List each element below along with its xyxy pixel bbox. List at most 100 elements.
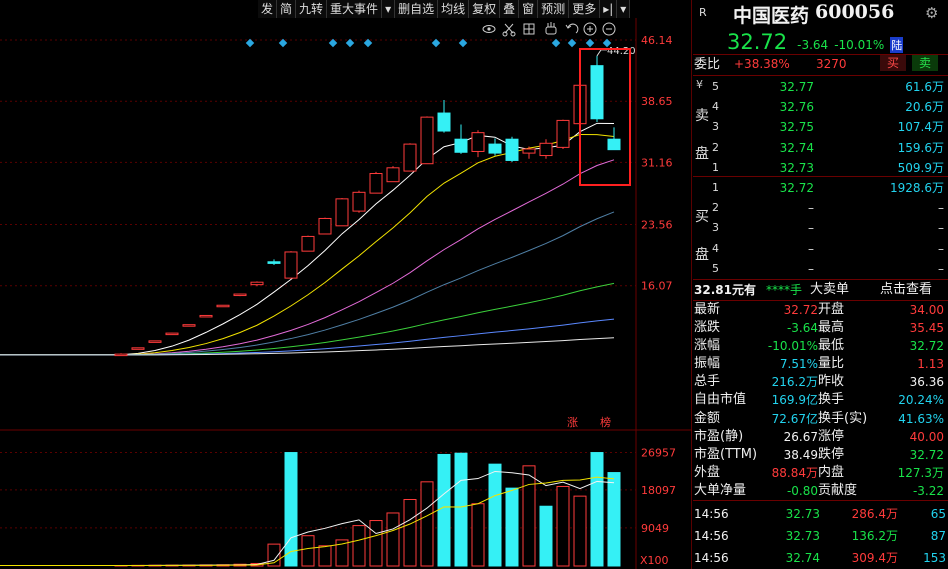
ask-label-1: 卖 (695, 108, 709, 124)
stat-label: 涨停 (818, 428, 845, 444)
book-row[interactable]: 2 32.74 159.6万 (712, 138, 948, 158)
candle-body (539, 142, 553, 157)
book-price: 32.77 (779, 80, 814, 94)
tick-volume: 286.4万 (851, 507, 898, 521)
toolbar-item[interactable]: ▾ (617, 0, 631, 18)
book-price: 32.76 (779, 100, 814, 115)
event-diamond[interactable] (551, 38, 561, 48)
tick-row: 14:56 32.73 136.2万 87 (694, 525, 948, 547)
toolbar-item[interactable]: 删自选 (395, 0, 439, 18)
toolbar-item[interactable]: 发 (258, 0, 278, 18)
toolbar-item[interactable]: 九转 (296, 0, 328, 18)
chart-tools (482, 22, 616, 37)
candle (131, 347, 145, 350)
book-price: 32.74 (779, 140, 814, 155)
volume-unit-label: X100 (640, 554, 669, 567)
book-level: 5 (712, 80, 719, 93)
book-volume: 1928.6万 (890, 181, 944, 195)
book-level: 4 (712, 241, 719, 255)
sell-button[interactable]: 卖 (912, 55, 938, 71)
tick-price: 32.73 (785, 507, 820, 521)
event-tag[interactable]: 涨 (567, 416, 578, 429)
volume-bar (437, 453, 451, 567)
gear-icon[interactable]: ⚙ (925, 4, 938, 22)
candle (352, 190, 366, 213)
book-level: 5 (712, 261, 719, 275)
stat-label: 最新 (694, 302, 721, 317)
stat-row: 最新 32.72 开盘 34.00 (694, 301, 948, 319)
kline-chart[interactable]: 44.20 涨榜 46.1438.6531.1623.5616.07 26957… (0, 18, 692, 569)
eye-icon[interactable] (482, 25, 496, 33)
event-diamond[interactable] (245, 38, 255, 48)
bid-book: 1 32.72 1928.6万 2 – – 3 – – 4 – – 5 – – (712, 178, 948, 279)
stat-row: 金额 72.67亿 换手(实) 41.63% (694, 410, 948, 428)
stat-value: -0.80 (786, 483, 818, 498)
candle-body (403, 143, 417, 172)
event-tag[interactable]: 榜 (600, 415, 611, 429)
volume-bar (573, 495, 587, 567)
candle (284, 251, 298, 279)
candle (114, 353, 128, 357)
volume-bar (284, 452, 298, 567)
buy-button[interactable]: 买 (880, 55, 906, 71)
candle-body (182, 324, 196, 327)
stat-label: 自由市值 (694, 392, 747, 408)
zoom-in-icon[interactable] (583, 22, 597, 36)
book-volume: – (938, 221, 944, 236)
scissors-icon[interactable] (502, 23, 516, 37)
divider (693, 75, 948, 76)
candle (148, 340, 162, 343)
undo-icon[interactable] (565, 23, 579, 34)
book-row[interactable]: 5 32.77 61.6万 (712, 77, 948, 97)
book-row[interactable]: 4 – – (712, 239, 948, 259)
ma-line-ma60 (0, 282, 615, 356)
stock-name: 中国医药 (733, 5, 810, 27)
book-row[interactable]: 3 – – (712, 218, 948, 238)
book-row[interactable]: 4 32.76 20.6万 (712, 97, 948, 117)
tick-list[interactable]: 14:56 32.73 286.4万 65 14:56 32.73 136.2万… (694, 503, 948, 569)
volume-bar (386, 512, 400, 567)
candle-body (165, 332, 179, 336)
book-row[interactable]: 5 – – (712, 259, 948, 279)
toolbar-item[interactable]: 叠 (500, 0, 520, 18)
zoom-out-icon[interactable] (602, 22, 616, 36)
book-volume: 20.6万 (905, 100, 944, 115)
grid-icon[interactable] (523, 23, 535, 35)
tick-price: 32.74 (785, 551, 820, 565)
candle (590, 55, 604, 123)
book-volume: 509.9万 (897, 160, 944, 175)
toolbar-item[interactable]: 简 (277, 0, 297, 18)
volume-bar (539, 505, 553, 567)
big-order-link[interactable]: 点击查看 (880, 281, 946, 299)
toolbar-item[interactable]: 预测 (538, 0, 570, 18)
event-diamond[interactable] (345, 38, 355, 48)
toolbar-item[interactable]: 窗 (519, 0, 539, 18)
toolbar-item[interactable]: 均线 (438, 0, 470, 18)
book-row[interactable]: 2 – – (712, 198, 948, 218)
toolbar-item[interactable]: 复权 (469, 0, 501, 18)
last-price: 32.72 (727, 30, 788, 54)
price-tick-label: 46.14 (641, 34, 673, 47)
book-row[interactable]: 1 32.73 509.9万 (712, 158, 948, 178)
price-tick-label: 23.56 (641, 219, 673, 232)
toolbar-item[interactable]: 重大事件 (327, 0, 383, 18)
book-row[interactable]: 1 32.72 1928.6万 (712, 178, 948, 198)
toolbar-item[interactable]: 更多 (569, 0, 601, 18)
stat-value: 32.72 (783, 303, 818, 317)
stat-value: -10.01% (767, 339, 818, 354)
stat-label: 贡献度 (818, 482, 858, 498)
toolbar-item[interactable]: ▾ (382, 0, 396, 18)
stat-label: 最高 (818, 320, 845, 336)
event-diamond[interactable] (567, 38, 577, 48)
event-diamond[interactable] (585, 38, 595, 48)
stat-value: 7.51% (779, 357, 818, 372)
volume-bar (590, 452, 604, 567)
hand-icon[interactable] (545, 22, 557, 35)
event-diamond[interactable] (431, 38, 441, 48)
candle (607, 127, 621, 151)
price-tick-label: 38.65 (641, 95, 673, 108)
candle-body (505, 138, 519, 161)
candle-body (590, 65, 604, 120)
toolbar-item[interactable]: ▸| (600, 0, 618, 18)
book-row[interactable]: 3 32.75 107.4万 (712, 117, 948, 137)
